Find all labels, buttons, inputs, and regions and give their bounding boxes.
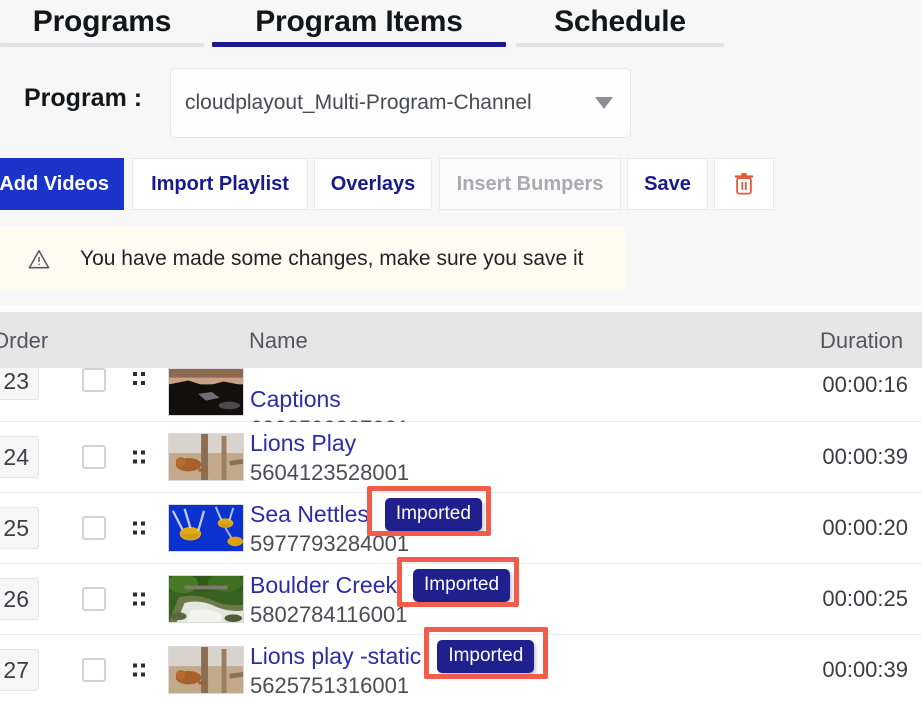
video-thumbnail: [168, 368, 244, 416]
drag-handle-icon[interactable]: [133, 663, 145, 677]
status-badge-imported: Imported: [413, 568, 511, 602]
table-row[interactable]: 24 Lions Play 5604123528001 00:00:39: [0, 422, 922, 493]
name-cell: Lions Play 5604123528001: [250, 428, 409, 486]
row-checkbox[interactable]: [82, 368, 106, 392]
insert-bumpers-button: Insert Bumpers: [439, 158, 621, 210]
program-select[interactable]: cloudplayout_Multi-Program-Channel: [170, 68, 631, 138]
video-thumbnail: [168, 504, 244, 552]
table-row[interactable]: 23 Captions600859233700100:00:16: [0, 362, 922, 441]
name-cell: Boulder Creek Imported 5802784116001: [250, 568, 511, 628]
tab-programs-label: Programs: [32, 5, 172, 38]
order-value: 25: [3, 514, 29, 541]
video-name-link[interactable]: Captions: [250, 386, 341, 413]
program-selector-row: Program : cloudplayout_Multi-Program-Cha…: [0, 60, 922, 148]
order-value: 24: [3, 443, 29, 470]
tab-program-items-underline: [212, 42, 506, 47]
row-checkbox[interactable]: [82, 587, 106, 611]
program-items-page: Programs Program Items Schedule Program …: [0, 0, 922, 702]
name-line: Captions: [250, 384, 409, 414]
video-duration: 00:00:16: [822, 372, 908, 397]
add-videos-button[interactable]: Add Videos: [0, 158, 124, 210]
tab-program-items-label: Program Items: [255, 5, 463, 38]
order-value: 27: [3, 656, 29, 683]
drag-handle-icon[interactable]: [133, 592, 145, 606]
table-row[interactable]: 27 Lions play -static Imported 56257513160…: [0, 635, 922, 702]
video-thumbnail: [168, 646, 244, 694]
video-duration: 00:00:25: [822, 586, 908, 611]
video-duration: 00:00:39: [822, 444, 908, 469]
delete-button[interactable]: [714, 158, 774, 210]
video-name-link[interactable]: Boulder Creek: [250, 572, 397, 599]
drag-handle-icon[interactable]: [133, 521, 145, 535]
trash-icon: [734, 173, 754, 195]
order-input[interactable]: 24: [0, 436, 39, 478]
name-line: Sea Nettles Imported: [250, 497, 482, 531]
program-select-value: cloudplayout_Multi-Program-Channel: [185, 91, 532, 114]
program-items-table: Order Name Duration 23 Captions600859233…: [0, 306, 922, 702]
tab-schedule[interactable]: Schedule: [516, 4, 724, 51]
status-badge-imported: Imported: [384, 497, 482, 531]
order-value: 26: [3, 585, 29, 612]
drag-handle-icon[interactable]: [133, 372, 145, 385]
table-header: Order Name Duration: [0, 312, 922, 368]
row-checkbox[interactable]: [82, 516, 106, 540]
tab-bar: Programs Program Items Schedule: [0, 0, 922, 51]
tab-schedule-underline: [516, 43, 724, 47]
tab-schedule-label: Schedule: [554, 5, 686, 38]
warning-triangle-icon: [28, 249, 50, 268]
table-body: 23 Captions600859233700100:00:1624 Lions…: [0, 362, 922, 702]
action-toolbar: Add Videos Import Playlist Overlays Inse…: [0, 158, 922, 211]
order-input[interactable]: 26: [0, 578, 39, 620]
table-row[interactable]: 26 Boulder Creek Imported 5802784116001 00:…: [0, 564, 922, 635]
video-thumbnail: [168, 575, 244, 623]
order-value: 23: [3, 367, 29, 394]
video-name-link[interactable]: Sea Nettles: [250, 501, 369, 528]
name-line: Lions play -static Imported: [250, 639, 535, 673]
name-cell: Sea Nettles Imported 5977793284001: [250, 497, 482, 557]
name-line: Lions Play: [250, 428, 409, 458]
video-name-link[interactable]: Lions play -static: [250, 643, 421, 670]
overlays-button[interactable]: Overlays: [314, 158, 432, 210]
row-checkbox[interactable]: [82, 445, 106, 469]
tab-programs-underline: [0, 43, 204, 47]
video-duration: 00:00:20: [822, 515, 908, 540]
tab-program-items[interactable]: Program Items: [212, 4, 506, 51]
video-thumbnail: [168, 433, 244, 481]
column-header-name: Name: [249, 328, 308, 353]
column-header-order: Order: [0, 328, 49, 353]
video-id: 5802784116001: [250, 602, 408, 627]
import-playlist-button[interactable]: Import Playlist: [132, 158, 308, 210]
tab-programs[interactable]: Programs: [0, 4, 204, 51]
name-cell: Lions play -static Imported 5625751316001: [250, 639, 535, 699]
table-row[interactable]: 25 Sea Nettles Imported 5977793284001 00:00…: [0, 493, 922, 564]
order-input[interactable]: 25: [0, 507, 39, 549]
save-button[interactable]: Save: [627, 158, 708, 210]
unsaved-changes-banner: You have made some changes, make sure yo…: [0, 226, 625, 291]
video-name-link[interactable]: Lions Play: [250, 430, 356, 457]
program-label: Program :: [24, 84, 143, 112]
order-input[interactable]: 27: [0, 649, 39, 691]
video-id: 5604123528001: [250, 460, 410, 485]
video-id: 5625751316001: [250, 673, 410, 698]
row-checkbox[interactable]: [82, 658, 106, 682]
status-badge-imported: Imported: [437, 639, 535, 673]
video-id: 5977793284001: [250, 531, 410, 556]
unsaved-changes-message: You have made some changes, make sure yo…: [80, 246, 584, 270]
video-duration: 00:00:39: [822, 657, 908, 682]
column-header-duration: Duration: [820, 328, 904, 353]
chevron-down-icon: [595, 97, 613, 109]
drag-handle-icon[interactable]: [133, 450, 145, 464]
name-line: Boulder Creek Imported: [250, 568, 511, 602]
